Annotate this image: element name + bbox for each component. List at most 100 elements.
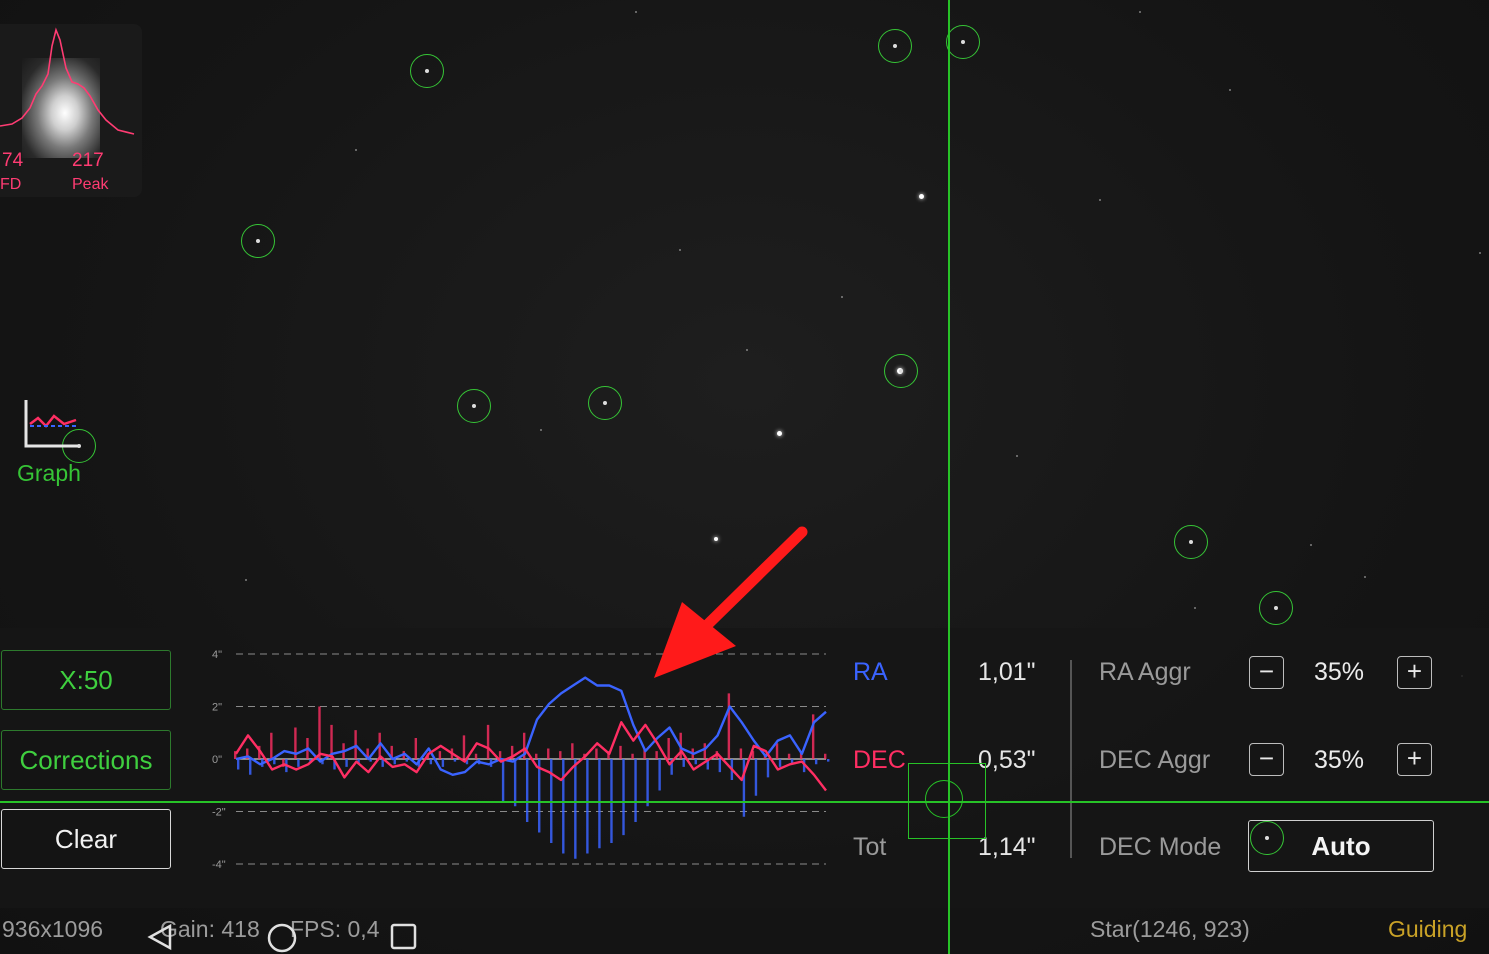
dec-correction-bar [559,751,562,759]
ra-correction-bar [754,759,758,796]
annotation-arrow-icon [654,526,808,678]
ra-correction-bar [453,759,457,762]
ra-correction-bar [694,759,697,765]
dec-correction-bar [824,753,827,759]
dec-correction-bar [739,748,743,759]
detected-star-ring[interactable] [410,54,444,88]
ra-correction-bar [562,759,565,854]
scale-button[interactable]: X:50 [1,650,171,710]
image-resolution: 936x1096 [2,916,104,942]
peak-label: Peak [72,176,109,193]
dec-correction-bar [571,743,574,759]
ra-correction-bar [429,759,433,765]
dec-correction-bar [270,732,273,759]
background-star [245,579,247,581]
ra-correction-bar [369,759,372,762]
background-star [1194,607,1196,609]
ra-correction-bar [345,759,348,767]
detected-star-ring[interactable] [1250,821,1284,855]
ra-correction-bar [827,759,830,762]
ra-correction-bar [297,759,300,767]
background-star [635,11,637,13]
dec-correction-bar [619,745,622,759]
guide-camera-view[interactable]: 74 FD 217 Peak Graph X:50 Corrections Cl… [0,0,1489,954]
dec-correction-bar [595,748,598,759]
ra-correction-bar [814,759,818,765]
ra-correction-bar [237,759,240,770]
background-star [355,149,357,151]
ra-correction-bar [586,759,589,854]
dec-correction-bar [787,753,791,759]
dec-correction-bar [318,706,321,759]
peak-value: 217 [72,150,104,171]
background-star [1016,455,1018,457]
graph-icon [24,400,78,448]
dec-aggr-value: 35% [1314,746,1365,774]
back-nav-icon[interactable] [146,922,174,952]
background-star [776,430,782,436]
home-nav-icon[interactable] [266,922,298,954]
dec-correction-bar [667,738,670,759]
ra-correction-bar [646,759,649,807]
ra-correction-bar [525,759,529,822]
ra-correction-bar [501,759,505,801]
background-star [1479,252,1481,254]
ra-correction-bar [273,759,276,765]
ra-aggr-decrease-button[interactable]: − [1249,656,1284,689]
dec-aggr-increase-button[interactable]: + [1397,743,1432,776]
guiding-state: Guiding [1388,916,1468,942]
dec-correction-bar [462,735,466,759]
ra-correction-bar [393,759,396,765]
dec-correction-bar [535,753,538,759]
fwhm-value: 74 [2,150,24,171]
detected-star-ring[interactable] [884,354,918,388]
dec-aggr-label: DEC Aggr [1099,746,1211,774]
dec-correction-bar [438,751,442,759]
graph-toggle-label: Graph [17,460,81,486]
detected-star-ring[interactable] [1174,525,1208,559]
guide-star-box[interactable] [908,763,986,839]
background-star [1229,89,1231,91]
background-star [1099,199,1101,201]
ra-correction-bar [574,759,577,859]
ra-correction-bar [658,759,661,791]
detected-star-ring[interactable] [1259,591,1293,625]
detected-star-ring[interactable] [588,386,622,420]
corrections-button[interactable]: Corrections [1,730,171,790]
ra-correction-bar [513,759,517,807]
ra-correction-bar [538,759,541,833]
star-position: Star(1246, 923) [1090,916,1250,942]
y-tick-label: 4" [212,649,222,661]
fwhm-label: FD [0,176,22,193]
ra-error-line [235,676,827,777]
detected-star-ring[interactable] [457,389,491,423]
dec-correction-bar [703,743,706,759]
detected-star-ring[interactable] [946,25,980,59]
background-star [746,349,748,351]
detected-star-ring[interactable] [241,224,275,258]
ra-aggr-label: RA Aggr [1099,658,1191,686]
ra-aggr-increase-button[interactable]: + [1397,656,1432,689]
dec-rms-value: 0,53" [978,746,1036,774]
y-tick-label: 0" [212,754,222,766]
y-tick-label: 2" [212,702,222,714]
dec-correction-bar [547,748,550,759]
dec-aggr-decrease-button[interactable]: − [1249,743,1284,776]
dec-correction-bar [486,724,490,759]
ra-rms-value: 1,01" [978,658,1036,686]
graph-toggle-button[interactable]: Graph [14,398,94,490]
background-star [1310,544,1312,546]
dec-correction-bar [631,753,634,759]
dec-mode-label: DEC Mode [1099,833,1222,861]
detected-star-ring[interactable] [878,29,912,63]
ra-correction-bar [249,759,252,775]
crosshair-horizontal [0,801,1489,803]
ra-correction-bar [634,759,637,822]
ra-label: RA [853,658,888,686]
total-label: Tot [853,833,887,861]
dec-correction-bar [655,751,658,759]
y-tick-label: -2" [212,807,226,819]
fps-readout: FPS: 0,4 [290,916,380,942]
clear-button[interactable]: Clear [1,809,171,869]
recents-nav-icon[interactable] [390,923,418,951]
